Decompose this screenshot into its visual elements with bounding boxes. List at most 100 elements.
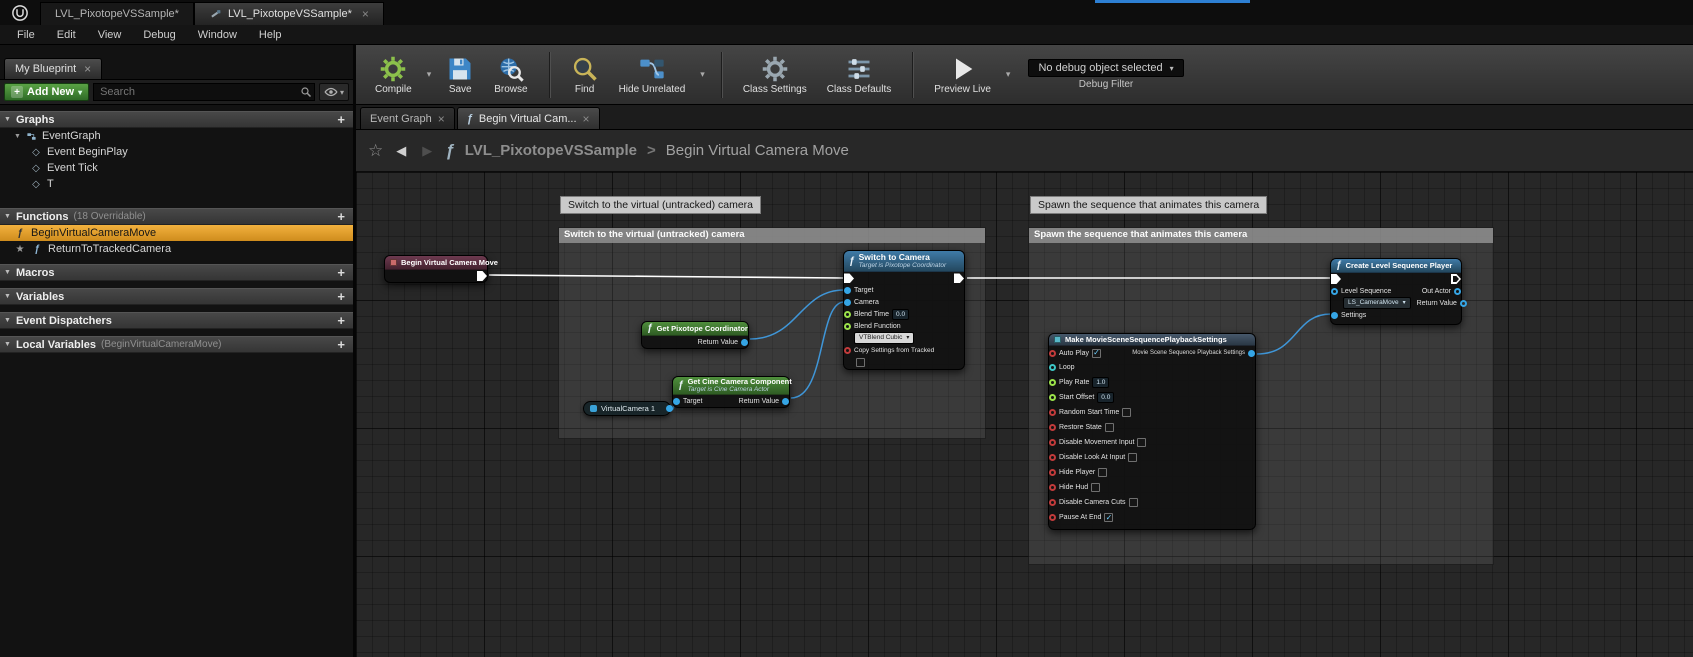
breadcrumb-root[interactable]: LVL_PixotopeVSSample — [465, 142, 637, 159]
level-sequence-asset-picker[interactable]: LS_CameraMove ▾ — [1343, 297, 1411, 309]
section-functions[interactable]: ▼ Functions (18 Overridable) + — [0, 208, 353, 225]
node-virtualcamera-variable[interactable]: VirtualCamera 1 — [583, 401, 671, 416]
disable-movement-input-pin[interactable] — [1049, 439, 1056, 446]
add-macro-button[interactable]: + — [333, 265, 349, 280]
compile-button[interactable]: Compile — [368, 52, 419, 98]
auto-play-pin[interactable] — [1049, 350, 1056, 357]
disable-look-at-input-pin[interactable] — [1049, 454, 1056, 461]
add-function-button[interactable]: + — [333, 209, 349, 224]
out-actor-pin[interactable] — [1454, 288, 1461, 295]
camera-pin[interactable] — [844, 299, 851, 306]
blend-function-select[interactable]: VTBlend Cubic ▾ — [854, 332, 914, 344]
copy-settings-checkbox[interactable]: ✓ — [856, 358, 865, 367]
visibility-filter-button[interactable]: ▾ — [319, 83, 349, 101]
node-make-playback-settings[interactable]: Make MovieSceneSequencePlaybackSettings … — [1048, 333, 1256, 530]
find-button[interactable]: Find — [564, 52, 606, 98]
pause-at-end-checkbox[interactable]: ✓ — [1104, 513, 1113, 522]
node-switch-to-camera[interactable]: ƒ Switch to Camera Target is Pixotope Co… — [843, 250, 965, 370]
return-value-pin[interactable] — [1460, 300, 1467, 307]
exec-wire-begin-to-switch[interactable] — [489, 275, 843, 278]
exec-out-pin[interactable] — [954, 273, 964, 283]
preview-live-button[interactable]: Preview Live — [927, 52, 998, 98]
blend-time-pin[interactable] — [844, 311, 851, 318]
exec-in-pin[interactable] — [1331, 274, 1341, 284]
nav-forward-button[interactable]: ▶ — [419, 143, 435, 159]
menu-edit[interactable]: Edit — [46, 27, 87, 43]
section-local-variables[interactable]: ▼ Local Variables (BeginVirtualCameraMov… — [0, 336, 353, 353]
nav-back-button[interactable]: ◀ — [393, 143, 409, 159]
loop-pin[interactable] — [1049, 364, 1056, 371]
level-sequence-pin[interactable] — [1331, 288, 1338, 295]
settings-out-pin[interactable] — [1248, 350, 1255, 357]
tree-item-event-t[interactable]: ◇ T — [0, 176, 353, 192]
hide-hud-pin[interactable] — [1049, 484, 1056, 491]
browse-button[interactable]: Browse — [487, 52, 534, 98]
hide-player-pin[interactable] — [1049, 469, 1056, 476]
tree-item-event-tick[interactable]: ◇ Event Tick — [0, 160, 353, 176]
start-offset-pin[interactable] — [1049, 394, 1056, 401]
data-wire-cinecamera-to-camera[interactable] — [791, 302, 844, 398]
menu-debug[interactable]: Debug — [132, 27, 186, 43]
hide-unrelated-options-dropdown[interactable]: ▾ — [698, 69, 707, 80]
menu-help[interactable]: Help — [248, 27, 293, 43]
collapse-icon[interactable]: ▼ — [4, 317, 11, 324]
add-new-button[interactable]: + Add New ▾ — [4, 83, 89, 101]
exec-in-pin[interactable] — [844, 273, 854, 283]
graph-canvas[interactable]: Switch to the virtual (untracked) camera… — [356, 172, 1693, 657]
play-rate-pin[interactable] — [1049, 379, 1056, 386]
collapse-icon[interactable]: ▼ — [4, 293, 11, 300]
variable-out-pin[interactable] — [666, 405, 673, 412]
tab-begin-virtual-camera[interactable]: ƒ Begin Virtual Cam... × — [457, 107, 600, 129]
random-start-time-pin[interactable] — [1049, 409, 1056, 416]
compile-options-dropdown[interactable]: ▾ — [425, 69, 434, 80]
collapse-icon[interactable]: ▼ — [14, 133, 21, 140]
blend-function-pin[interactable] — [844, 323, 851, 330]
add-graph-button[interactable]: + — [333, 112, 349, 127]
play-rate-value[interactable]: 1.0 — [1092, 377, 1109, 388]
window-tab-level[interactable]: LVL_PixotopeVSSample* — [40, 2, 194, 25]
save-button[interactable]: Save — [439, 52, 481, 98]
menu-view[interactable]: View — [87, 27, 133, 43]
class-defaults-button[interactable]: Class Defaults — [820, 52, 898, 98]
random-start-time-checkbox[interactable]: ✓ — [1122, 408, 1131, 417]
add-local-variable-button[interactable]: + — [333, 337, 349, 352]
collapse-icon[interactable]: ▼ — [4, 213, 11, 220]
collapse-icon[interactable]: ▼ — [4, 116, 11, 123]
settings-pin[interactable] — [1331, 312, 1338, 319]
disable-movement-input-checkbox[interactable]: ✓ — [1137, 438, 1146, 447]
node-begin-virtual-camera-move[interactable]: Begin Virtual Camera Move — [384, 255, 488, 283]
node-create-level-sequence-player[interactable]: ƒ Create Level Sequence Player Level Seq… — [1330, 258, 1462, 325]
section-graphs[interactable]: ▼ Graphs + — [0, 111, 353, 128]
node-get-cine-camera-component[interactable]: ƒ Get Cine Camera Component Target is Ci… — [672, 376, 790, 408]
preview-live-options-dropdown[interactable]: ▾ — [1004, 69, 1013, 80]
favorite-star-icon[interactable]: ☆ — [368, 141, 383, 161]
tab-event-graph[interactable]: Event Graph × — [360, 107, 455, 129]
close-icon[interactable]: × — [84, 62, 91, 76]
node-get-pixotope-coordinator[interactable]: ƒ Get Pixotope Coordinator Return Value — [641, 321, 749, 349]
restore-state-checkbox[interactable]: ✓ — [1105, 423, 1114, 432]
start-offset-value[interactable]: 0.0 — [1097, 392, 1114, 403]
restore-state-pin[interactable] — [1049, 424, 1056, 431]
disable-camera-cuts-checkbox[interactable]: ✓ — [1129, 498, 1138, 507]
section-event-dispatchers[interactable]: ▼ Event Dispatchers + — [0, 312, 353, 329]
exec-out-pin[interactable] — [1451, 274, 1461, 284]
tab-my-blueprint[interactable]: My Blueprint × — [4, 58, 102, 79]
add-dispatcher-button[interactable]: + — [333, 313, 349, 328]
blend-time-value[interactable]: 0.0 — [892, 309, 909, 320]
disable-look-at-input-checkbox[interactable]: ✓ — [1128, 453, 1137, 462]
close-icon[interactable]: × — [438, 112, 445, 126]
collapse-icon[interactable]: ▼ — [4, 341, 11, 348]
close-icon[interactable]: × — [583, 112, 590, 126]
hide-player-checkbox[interactable]: ✓ — [1098, 468, 1107, 477]
return-value-pin[interactable] — [741, 339, 748, 346]
data-wire-settings-to-player[interactable] — [1257, 314, 1331, 354]
menu-file[interactable]: File — [6, 27, 46, 43]
auto-play-checkbox[interactable]: ✓ — [1092, 349, 1101, 358]
menu-window[interactable]: Window — [187, 27, 248, 43]
target-pin[interactable] — [844, 287, 851, 294]
disable-camera-cuts-pin[interactable] — [1049, 499, 1056, 506]
tree-item-eventgraph[interactable]: ▼ EventGraph — [0, 128, 353, 144]
class-settings-button[interactable]: Class Settings — [736, 52, 814, 98]
window-tab-blueprint[interactable]: LVL_PixotopeVSSample* × — [194, 2, 384, 25]
close-icon[interactable]: × — [362, 7, 369, 21]
